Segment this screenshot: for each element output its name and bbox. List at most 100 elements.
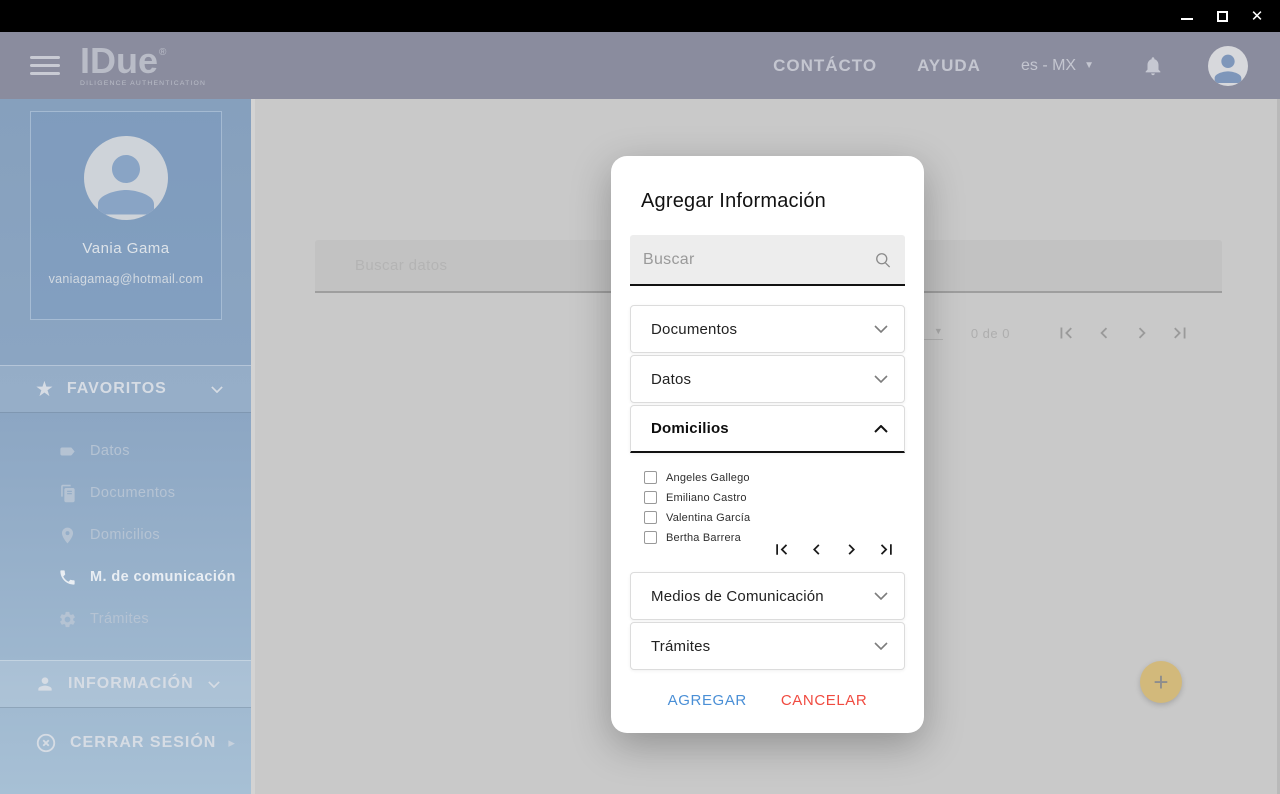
sidebar-item-tramites[interactable]: Trámites: [0, 598, 251, 640]
nav-help[interactable]: AYUDA: [917, 56, 981, 76]
sidebar-item-medios-comunicacion[interactable]: M. de comunicación: [0, 556, 251, 598]
page-range-label: 0 de 0: [971, 326, 1010, 341]
chevron-up-icon: [874, 425, 888, 433]
option-label: Emiliano Castro: [666, 492, 747, 504]
sidebar-item-domicilios[interactable]: Domicilios: [0, 514, 251, 556]
chevron-down-icon: [874, 375, 888, 383]
chevron-down-icon: [211, 386, 223, 393]
profile-name: Vania Gama: [82, 240, 169, 257]
chevron-down-icon: [208, 681, 220, 688]
user-avatar[interactable]: [1208, 46, 1248, 86]
star-icon: ★: [35, 379, 54, 400]
logout-label: CERRAR SESIÓN: [70, 734, 216, 752]
agregar-button[interactable]: AGREGAR: [668, 692, 747, 709]
app-header: IDue® DILIGENCE AUTHENTICATION CONTÁCTO …: [0, 32, 1280, 99]
location-pin-icon: [58, 525, 80, 545]
dialog-actions: AGREGAR CANCELAR: [630, 692, 905, 709]
option-row: Valentina García: [644, 508, 905, 527]
search-icon: [873, 250, 893, 270]
titlebar: ✕: [0, 0, 1280, 32]
previous-page-button[interactable]: [805, 538, 827, 560]
add-button[interactable]: +: [1140, 661, 1182, 703]
app-logo[interactable]: IDue® DILIGENCE AUTHENTICATION: [80, 43, 206, 88]
app-window: ✕ IDue® DILIGENCE AUTHENTICATION CONTÁCT…: [0, 0, 1280, 794]
sidebar-item-label: Datos: [90, 443, 130, 459]
informacion-label: INFORMACIÓN: [68, 675, 194, 693]
caret-down-icon: ▼: [934, 326, 943, 336]
minimize-icon: [1181, 18, 1193, 20]
content-pagination: ▼ 0 de 0: [897, 318, 1192, 348]
profile-email: vaniagamag@hotmail.com: [49, 272, 204, 286]
previous-page-button[interactable]: [1092, 321, 1116, 345]
cancelar-button[interactable]: CANCELAR: [781, 692, 868, 709]
accordion-label: Datos: [651, 371, 691, 388]
accordion-medios-comunicacion[interactable]: Medios de Comunicación: [630, 572, 905, 620]
checkbox-valentina-garcia[interactable]: [644, 511, 657, 524]
accordion-datos[interactable]: Datos: [630, 355, 905, 403]
sidebar: Vania Gama vaniagamag@hotmail.com ★ FAVO…: [0, 99, 255, 794]
checkbox-bertha-barrera[interactable]: [644, 531, 657, 544]
sidebar-item-datos[interactable]: Datos: [0, 430, 251, 472]
documents-icon: [58, 483, 80, 503]
registered-mark: ®: [159, 47, 166, 58]
logout-circle-icon: [35, 732, 57, 754]
last-page-button[interactable]: [1168, 321, 1192, 345]
sidebar-item-documentos[interactable]: Documentos: [0, 472, 251, 514]
option-label: Bertha Barrera: [666, 532, 741, 544]
option-row: Emiliano Castro: [644, 488, 905, 507]
first-page-button[interactable]: [1054, 321, 1078, 345]
logo-text: IDue: [80, 40, 158, 81]
next-page-button[interactable]: [1130, 321, 1154, 345]
person-icon: [35, 674, 55, 694]
dialog-search-input[interactable]: [630, 235, 905, 284]
profile-card: Vania Gama vaniagamag@hotmail.com: [30, 111, 222, 320]
agregar-informacion-dialog: Agregar Información Documentos Datos: [611, 156, 924, 733]
option-label: Angeles Gallego: [666, 472, 750, 484]
sidebar-item-label: Trámites: [90, 611, 149, 627]
sidebar-section-favoritos[interactable]: ★ FAVORITOS: [0, 365, 251, 413]
language-selector[interactable]: es - MX ▼: [1021, 57, 1094, 75]
header-nav: CONTÁCTO AYUDA es - MX ▼: [773, 46, 1248, 86]
chevron-down-icon: [874, 325, 888, 333]
accordion-label: Medios de Comunicación: [651, 588, 824, 605]
minimize-button[interactable]: [1180, 9, 1194, 23]
caret-down-icon: ▼: [1084, 60, 1094, 71]
notifications-bell-icon[interactable]: [1142, 55, 1164, 77]
sidebar-section-informacion[interactable]: INFORMACIÓN: [0, 660, 251, 708]
accordion-list: Documentos Datos Domicilios: [630, 305, 905, 670]
accordion-tramites[interactable]: Trámites: [630, 622, 905, 670]
accordion-label: Trámites: [651, 638, 710, 655]
tag-icon: [58, 441, 80, 461]
dialog-title: Agregar Información: [641, 190, 905, 213]
accordion-documentos[interactable]: Documentos: [630, 305, 905, 353]
menu-icon[interactable]: [30, 56, 60, 75]
next-page-button[interactable]: [840, 538, 862, 560]
profile-avatar: [84, 136, 168, 220]
phone-icon: [58, 567, 80, 587]
sidebar-item-label: Documentos: [90, 485, 175, 501]
maximize-button[interactable]: [1215, 9, 1229, 23]
sidebar-item-label: Domicilios: [90, 527, 160, 543]
accordion-label: Documentos: [651, 321, 737, 338]
close-button[interactable]: ✕: [1250, 9, 1264, 23]
gear-icon: [58, 609, 80, 629]
logout-button[interactable]: CERRAR SESIÓN ▸: [0, 719, 251, 767]
dialog-search-bar: [630, 235, 905, 286]
sidebar-item-label: M. de comunicación: [90, 569, 236, 585]
option-row: Angeles Gallego: [644, 468, 905, 487]
first-page-button[interactable]: [770, 538, 792, 560]
last-page-button[interactable]: [875, 538, 897, 560]
close-icon: ✕: [1251, 9, 1264, 24]
option-label: Valentina García: [666, 512, 750, 524]
checkbox-angeles-gallego[interactable]: [644, 471, 657, 484]
checkbox-emiliano-castro[interactable]: [644, 491, 657, 504]
accordion-label: Domicilios: [651, 420, 729, 437]
arrow-right-icon: ▸: [228, 735, 235, 751]
plus-icon: +: [1153, 669, 1168, 695]
favorites-menu: Datos Documentos Domicilios M. de comuni…: [0, 430, 251, 640]
favoritos-label: FAVORITOS: [67, 380, 167, 398]
logo-tagline: DILIGENCE AUTHENTICATION: [80, 81, 206, 88]
nav-contact[interactable]: CONTÁCTO: [773, 56, 877, 76]
chevron-down-icon: [874, 642, 888, 650]
accordion-domicilios[interactable]: Domicilios: [630, 405, 905, 453]
